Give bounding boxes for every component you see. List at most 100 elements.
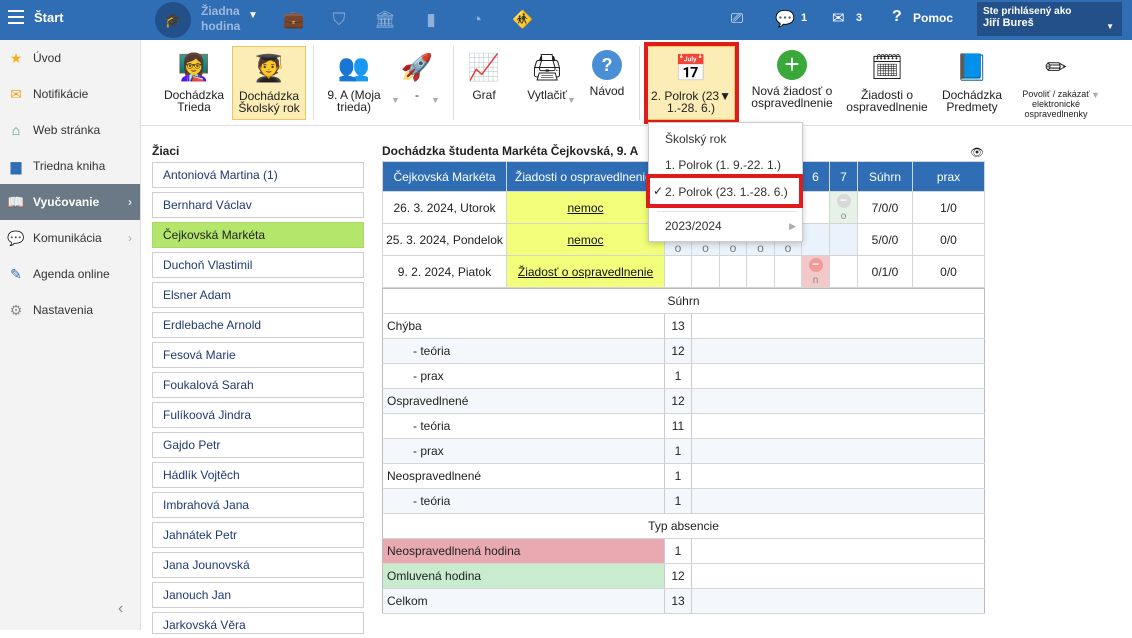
user-header-label: Ste prihlásený ako xyxy=(983,6,1072,17)
summary-empty xyxy=(691,538,985,564)
graduation-cap-icon[interactable]: 🎓 xyxy=(155,2,191,38)
summary-empty xyxy=(691,413,985,439)
student-list-item-selected[interactable]: Čejkovská Markéta xyxy=(152,222,364,248)
request-link[interactable]: Žiadosť o ospravedlnenie xyxy=(518,265,653,279)
request-link[interactable]: nemoc xyxy=(567,201,603,215)
table-row: 9. 2. 2024, Piatok Žiadosť o ospravedlne… xyxy=(382,255,985,288)
menu-item-second-semester[interactable]: 2. Polrok (23. 1.-28. 6.) xyxy=(665,185,788,199)
checkmark-icon: ✓ xyxy=(653,184,664,198)
menu-item-school-year-2023[interactable]: 2023/2024 xyxy=(665,219,722,233)
cast-icon[interactable]: ⎚ xyxy=(731,10,743,27)
absence-type-header: Typ absencie xyxy=(382,513,985,539)
submenu-arrow-icon: ▶ xyxy=(789,221,796,231)
class-selector-button[interactable]: 👥 9. A (Moja trieda) ▼ xyxy=(319,46,400,120)
print-button[interactable]: 🖨 Vytlačiť ▼ xyxy=(517,46,577,120)
separator xyxy=(453,46,454,120)
student-list-item[interactable]: Imbrahová Jana xyxy=(152,492,364,518)
student-list-item[interactable]: Bernhard Václav xyxy=(152,192,364,218)
student-list-item[interactable]: Foukalová Sarah xyxy=(152,372,364,398)
sidebar-item-uvod[interactable]: ★ Úvod xyxy=(0,40,140,76)
sidebar-item-triedna-kniha[interactable]: ▆ Triedna kniha xyxy=(0,148,140,184)
hamburger-menu-icon[interactable] xyxy=(8,10,24,24)
menu-item-school-year[interactable]: Školský rok xyxy=(665,132,726,146)
pen-icon: ✎ xyxy=(10,266,22,282)
student-list-item[interactable]: Erdlebache Arnold xyxy=(152,312,364,338)
student-list-item[interactable]: Elsner Adam xyxy=(152,282,364,308)
absence-type-row: Omluvená hodina 12 xyxy=(382,563,985,589)
institution-icon[interactable]: 🏛 xyxy=(374,10,396,30)
help-guide-button[interactable]: ? Návod xyxy=(584,46,630,120)
summary-row: - prax 1 xyxy=(382,438,985,464)
summary-value: 13 xyxy=(664,313,692,339)
column-header-7: 7 xyxy=(829,161,858,192)
hour-cell xyxy=(801,191,830,224)
envelope-icon: ✉ xyxy=(10,86,22,102)
sidebar-item-nastavenia[interactable]: ⚙ Nastavenia xyxy=(0,292,140,328)
attendance-school-year-button[interactable]: 🧑‍🎓 Dochádzka Školský rok xyxy=(232,46,306,120)
sidebar-item-vyucovanie[interactable]: 📖 Vyučovanie › xyxy=(0,184,140,220)
chevron-down-icon: ▼ xyxy=(1106,22,1114,31)
hour-cell[interactable]: − n xyxy=(801,255,830,288)
sidebar-item-label: Web stránka xyxy=(33,123,101,137)
sidebar-item-web-stranka[interactable]: ⌂ Web stránka xyxy=(0,112,140,148)
student-list-item[interactable]: Jarkovská Věra xyxy=(152,612,364,634)
request-cell: Žiadosť o ospravedlnenie xyxy=(506,255,665,288)
rocket-selector-button[interactable]: 🚀 - ▼ xyxy=(393,46,441,120)
student-list-item[interactable]: Jana Jounovská xyxy=(152,552,364,578)
new-excuse-request-button[interactable]: + Nová žiadosť o ospravedlnenie xyxy=(749,46,835,120)
hour-cell[interactable]: −o xyxy=(829,191,858,224)
student-list-item[interactable]: Fulíkoová Jindra xyxy=(152,402,364,428)
attendance-subjects-button[interactable]: 📘 Dochádzka Predmety xyxy=(939,46,1005,120)
collapse-sidebar-icon[interactable]: ‹ xyxy=(118,600,123,618)
student-list-item[interactable]: Hádlík Vojtěch xyxy=(152,462,364,488)
start-link[interactable]: Štart xyxy=(34,10,64,25)
summary-value: 1 xyxy=(664,438,692,464)
class-people-icon: 👥 xyxy=(337,52,371,82)
help-link[interactable]: Pomoc xyxy=(913,11,953,25)
student-list-item[interactable]: Jahnátek Petr xyxy=(152,522,364,548)
attendance-class-button[interactable]: 👩‍🏫 Dochádzka Trieda xyxy=(155,46,233,120)
question-mark-icon[interactable]: ? xyxy=(892,8,902,26)
menu-item-first-semester[interactable]: 1. Polrok (1. 9.-22. 1.) xyxy=(665,158,781,172)
student-list-item[interactable]: Janouch Jan xyxy=(152,582,364,608)
graph-button[interactable]: 📈 Graf xyxy=(461,46,507,120)
gear-icon: ⚙ xyxy=(9,302,23,318)
sidebar-item-label: Vyučovanie xyxy=(33,195,100,209)
excuse-requests-button[interactable]: 🗓 Žiadosti o ospravedlnenie xyxy=(844,46,930,120)
electronic-excuses-toggle-button[interactable]: ✏ Povoliť / zakázať elektronické osprave… xyxy=(1011,46,1101,120)
walking-people-icon[interactable]: 🚸 xyxy=(512,10,533,30)
absence-type-value: 1 xyxy=(664,538,692,564)
mail-icon[interactable]: ✉ xyxy=(832,9,845,27)
lesson-dropdown-caret-icon[interactable]: ▼ xyxy=(248,10,258,21)
absence-type-label: Celkom xyxy=(382,588,665,614)
sidebar-item-agenda-online[interactable]: ✎ Agenda online xyxy=(0,256,140,292)
student-list-item[interactable]: Antoniová Martina (1) xyxy=(152,162,364,188)
semester-selector-button[interactable]: 📅 2. Polrok (23▼ 1.-28. 6.) xyxy=(647,46,735,120)
bar-chart-icon[interactable]: ▮ xyxy=(421,10,441,30)
briefcase-icon[interactable]: 💼 xyxy=(283,10,304,30)
lesson-selector[interactable]: Žiadna hodina xyxy=(201,4,240,34)
summary-empty xyxy=(691,438,985,464)
speedometer-icon[interactable]: ◔ xyxy=(467,10,487,30)
sidebar-item-komunikacia[interactable]: 💬 Komunikácia › xyxy=(0,220,140,256)
student-list-item[interactable]: Fesová Marie xyxy=(152,342,364,368)
summary-label: - teória xyxy=(382,338,665,364)
summary-empty xyxy=(691,463,985,489)
summary-label: Ospravedlnené xyxy=(382,388,665,414)
hide-eye-icon[interactable]: 👁 xyxy=(970,146,984,159)
student-list-item[interactable]: Gajdo Petr xyxy=(152,432,364,458)
shield-icon[interactable]: ⛉ xyxy=(329,10,349,30)
hour-cell xyxy=(691,255,720,288)
user-account-menu[interactable]: Ste prihlásený ako Jiří Bureš ▼ xyxy=(977,2,1122,36)
chat-bubbles-icon[interactable]: 💬 xyxy=(775,9,795,29)
messages-count: 1 xyxy=(801,12,808,24)
book-icon: 📘 xyxy=(955,52,989,82)
summary-section-row: Súhrn xyxy=(382,288,985,314)
hour-cell xyxy=(801,223,830,256)
request-link[interactable]: nemoc xyxy=(567,233,603,247)
student-list-item[interactable]: Duchoň Vlastimil xyxy=(152,252,364,278)
sidebar-item-notifikacie[interactable]: ✉ Notifikácie xyxy=(0,76,140,112)
sidebar: ★ Úvod ✉ Notifikácie ⌂ Web stránka ▆ Triedna… xyxy=(0,40,141,630)
row-summary: 0/1/0 xyxy=(857,255,913,288)
summary-empty xyxy=(691,563,985,589)
